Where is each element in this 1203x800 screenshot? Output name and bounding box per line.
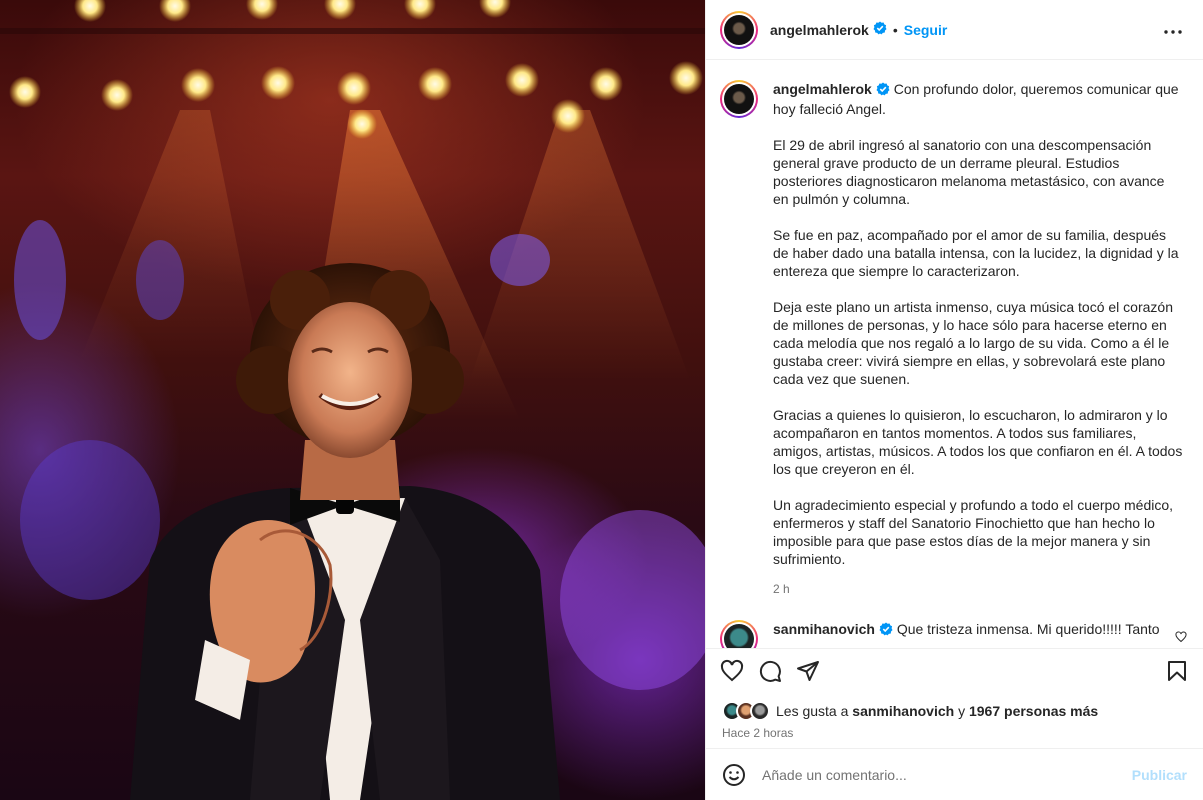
heart-icon[interactable] [720,659,744,683]
likes-prefix: Les gusta a [776,703,849,719]
author-avatar[interactable] [720,10,758,49]
concert-photo-illustration [0,0,705,800]
commenter-avatar[interactable] [720,620,758,648]
likes-summary: Les gusta a sanmihanovich y 1967 persona… [706,692,1203,722]
caption-paragraph-2: El 29 de abril ingresó al sanatorio con … [773,137,1165,207]
caption-username[interactable]: angelmahlerok [773,81,872,97]
likes-user-link[interactable]: sanmihanovich [852,703,954,719]
comment-item: sanmihanovich Que tristeza inmensa. Mi q… [720,620,1187,648]
stage-lights-middle [9,61,703,139]
emoji-icon[interactable] [722,763,746,787]
add-comment-bar: Publicar [706,748,1203,800]
comment-bubble-icon[interactable] [758,659,782,683]
post-header: angelmahlerok • Seguir [706,0,1203,60]
likes-conjunction: y [958,703,966,719]
comment-input[interactable] [762,766,1132,783]
caption-paragraph-6: Un agradecimiento especial y profundo a … [773,497,1174,567]
verified-badge-icon [879,622,893,640]
verified-badge-icon [876,82,890,100]
publish-button[interactable]: Publicar [1132,767,1187,783]
caption-author-avatar[interactable] [720,80,758,118]
caption-body: angelmahlerok Con profundo dolor, querem… [773,80,1183,598]
comment-like-heart-icon[interactable] [1175,630,1187,646]
instagram-post-modal: angelmahlerok • Seguir angelmahlerok Con… [0,0,1203,800]
more-options-icon[interactable] [1157,16,1189,44]
caption-paragraph-5: Gracias a quienes lo quisieron, lo escuc… [773,407,1183,477]
comments-section[interactable]: angelmahlerok Con profundo dolor, querem… [706,60,1203,648]
follow-button[interactable]: Seguir [904,22,948,38]
bookmark-icon[interactable] [1165,659,1189,683]
paper-plane-icon[interactable] [796,659,820,683]
caption-paragraph-3: Se fue en paz, acompañado por el amor de… [773,227,1179,279]
stage-lights-top [74,0,511,22]
verified-badge-icon [873,21,887,38]
commenter-username[interactable]: sanmihanovich [773,621,875,637]
post-photo[interactable] [0,0,705,800]
caption-paragraph-4: Deja este plano un artista inmenso, cuya… [773,299,1173,387]
author-username[interactable]: angelmahlerok [770,22,869,38]
post-side-panel: angelmahlerok • Seguir angelmahlerok Con… [705,0,1203,800]
separator-dot: • [892,21,898,38]
comment-body: sanmihanovich Que tristeza inmensa. Mi q… [773,620,1168,644]
post-timestamp[interactable]: Hace 2 horas [706,722,1203,748]
likes-others-link[interactable]: 1967 personas más [969,703,1098,719]
likes-text: Les gusta a sanmihanovich y 1967 persona… [776,703,1098,719]
post-caption: angelmahlerok Con profundo dolor, querem… [720,80,1187,598]
liker-avatars[interactable] [722,701,770,721]
post-actions-bar [706,648,1203,692]
caption-timestamp[interactable]: 2 h [773,580,1183,598]
